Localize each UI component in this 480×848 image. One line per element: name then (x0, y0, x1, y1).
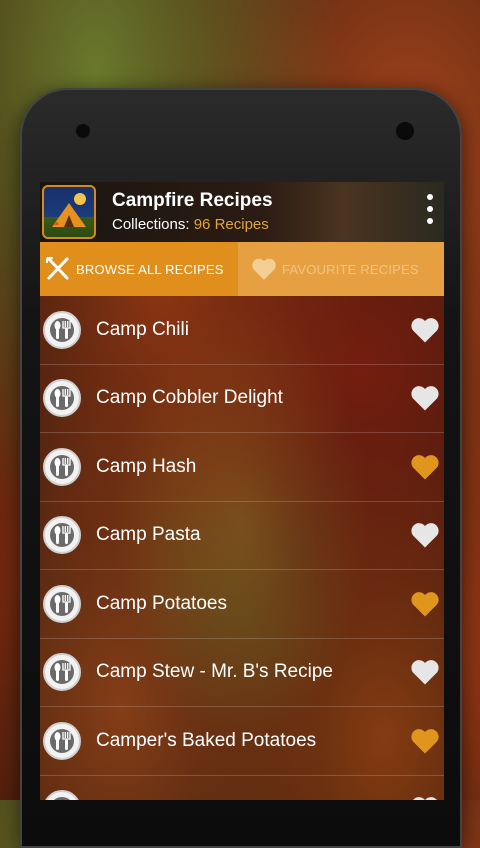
front-camera (396, 122, 414, 140)
recipe-name: Camp Potatoes (96, 592, 227, 614)
fork-spoon-icon (43, 653, 81, 692)
action-bar: Campfire Recipes Collections: 96 Recipes (40, 182, 444, 242)
tab-favourites-label: FAVOURITE RECIPES (282, 261, 419, 277)
recipe-name: Camp Hash (96, 455, 197, 477)
recipe-row[interactable]: Camp Hash (40, 433, 444, 502)
overflow-menu-icon[interactable] (424, 194, 436, 230)
collections-label: Collections: (112, 216, 190, 233)
recipe-list: Camp Chili Camp Cobbler Delight Camp Hash C… (40, 296, 444, 800)
recipe-name: Camp Chili (96, 318, 189, 340)
fork-spoon-icon (43, 790, 81, 800)
app-screen: Campfire Recipes Collections: 96 Recipes… (40, 182, 444, 800)
fork-spoon-icon (43, 516, 81, 555)
recipe-name: Camp Stew - Mr. B's Recipe (96, 661, 333, 683)
favourite-heart-icon[interactable] (410, 795, 440, 800)
favourite-heart-icon-active[interactable] (410, 727, 440, 755)
recipe-row[interactable]: Camper's Baked Potatoes (40, 707, 444, 776)
sensor-dot (76, 124, 90, 138)
favourite-heart-icon[interactable] (410, 316, 440, 344)
fork-spoon-icon (43, 447, 81, 486)
recipe-row[interactable]: Camp Stew - Mr. B's Recipe (40, 639, 444, 707)
app-title: Campfire Recipes (112, 190, 273, 211)
fork-spoon-icon (43, 584, 81, 623)
recipe-row[interactable]: Camper's Buckwheat Pancakes (40, 776, 444, 800)
recipe-row[interactable]: Camp Pasta (40, 502, 444, 570)
tab-browse-all[interactable]: BROWSE ALL RECIPES (40, 242, 238, 296)
recipe-row[interactable]: Camp Chili (40, 296, 444, 365)
recipe-row[interactable]: Camp Cobbler Delight (40, 365, 444, 433)
tab-browse-label: BROWSE ALL RECIPES (76, 261, 224, 277)
tab-favourites[interactable]: FAVOURITE RECIPES (238, 242, 444, 296)
recipe-count: 96 Recipes (193, 216, 269, 233)
recipe-name: Camp Cobbler Delight (96, 387, 283, 409)
favourite-heart-icon[interactable] (410, 521, 440, 549)
favourite-heart-icon[interactable] (410, 658, 440, 686)
favourite-heart-icon-active[interactable] (410, 590, 440, 618)
recipe-name: Camp Pasta (96, 524, 201, 546)
tab-bar: BROWSE ALL RECIPES FAVOURITE RECIPES (40, 242, 444, 296)
recipe-row[interactable]: Camp Potatoes (40, 570, 444, 639)
recipe-name: Camper's Baked Potatoes (96, 729, 317, 751)
favourite-heart-icon[interactable] (410, 384, 440, 412)
heart-icon (250, 255, 278, 283)
collections-summary: Collections: 96 Recipes (112, 216, 269, 233)
fork-knife-icon (44, 255, 72, 283)
fork-spoon-icon (43, 310, 81, 349)
favourite-heart-icon-active[interactable] (410, 453, 440, 481)
app-logo-icon[interactable] (42, 185, 96, 239)
fork-spoon-icon (43, 379, 81, 418)
fork-spoon-icon (43, 721, 81, 760)
